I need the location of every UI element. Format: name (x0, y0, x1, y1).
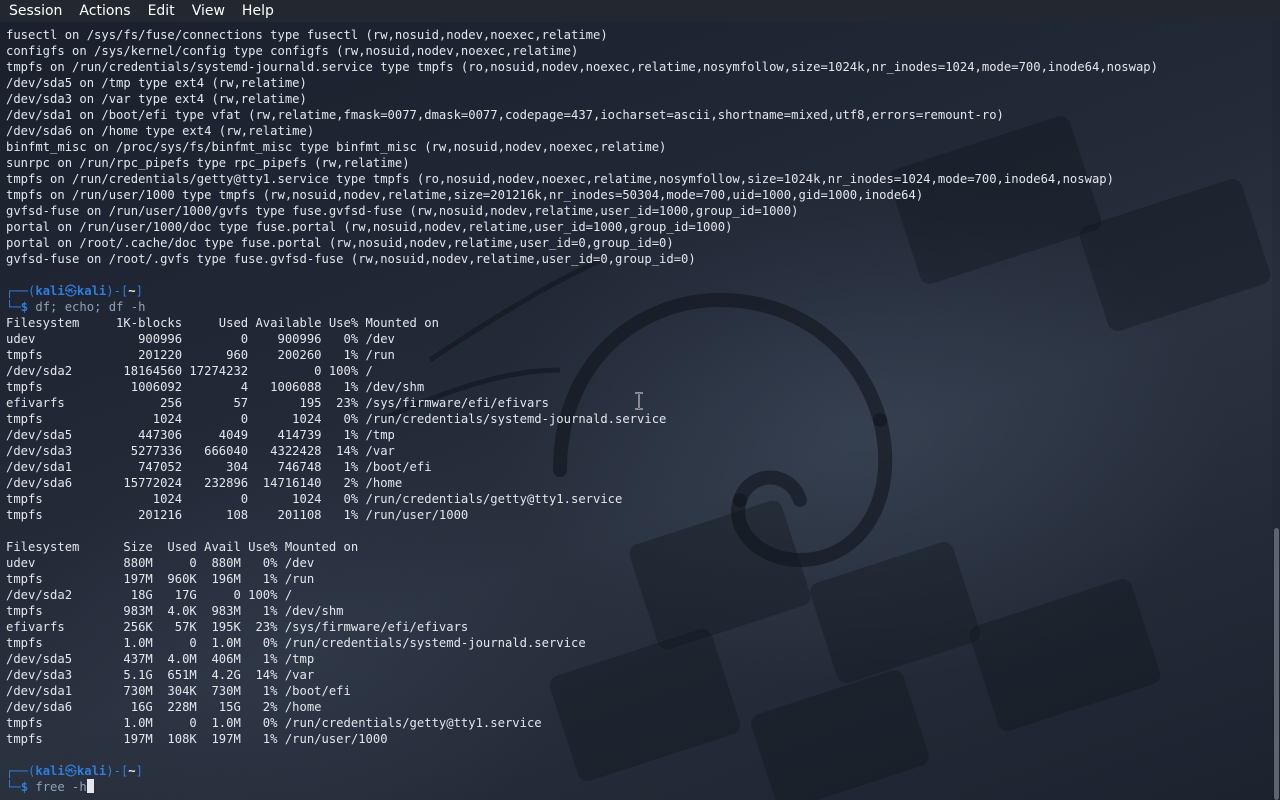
scrollbar-thumb[interactable] (1274, 528, 1279, 800)
output-line: gvfsd-fuse on /root/.gvfs type fuse.gvfs… (6, 252, 696, 266)
output-line: /dev/sda3 on /var type ext4 (rw,relatime… (6, 92, 307, 106)
dfh-row: efivarfs 256K 57K 195K 23% /sys/firmware… (6, 620, 469, 634)
df-row: /dev/sda2 18164560 17274232 0 100% / (6, 364, 373, 378)
prompt-at-symbol: ㉿ (64, 764, 77, 778)
ibeam-cursor-icon (635, 392, 643, 410)
menu-actions[interactable]: Actions (70, 0, 138, 22)
df-header: Filesystem 1K-blocks Used Available Use%… (6, 316, 439, 330)
df-row: tmpfs 1024 0 1024 0% /run/credentials/ge… (6, 492, 623, 506)
prompt-host: kali (76, 764, 107, 778)
prompt-user: kali (35, 764, 65, 778)
dfh-row: /dev/sda3 5.1G 651M 4.2G 14% /var (6, 668, 315, 682)
df-row: tmpfs 201220 960 200260 1% /run (6, 348, 395, 362)
dfh-row: /dev/sda5 437M 4.0M 406M 1% /tmp (6, 652, 315, 666)
output-line: tmpfs on /run/credentials/systemd-journa… (6, 60, 1158, 74)
df-row: udev 900996 0 900996 0% /dev (6, 332, 395, 346)
terminal-window: Session Actions Edit View Help fusectl o… (0, 0, 1280, 800)
dfh-row: tmpfs 1.0M 0 1.0M 0% /run/credentials/sy… (6, 636, 586, 650)
menu-view[interactable]: View (183, 0, 233, 22)
output-line: configfs on /sys/kernel/config type conf… (6, 44, 579, 58)
menu-help[interactable]: Help (233, 0, 282, 22)
prompt-frame: )-[ (106, 764, 129, 778)
dfh-row: /dev/sda2 18G 17G 0 100% / (6, 588, 293, 602)
output-line: portal on /run/user/1000/doc type fuse.p… (6, 220, 733, 234)
prompt-frame: └─ (6, 300, 21, 314)
output-line: gvfsd-fuse on /run/user/1000/gvfs type f… (6, 204, 799, 218)
prompt-line-top: ┌──(kali㉿kali)-[~] (6, 763, 1268, 779)
output-line: /dev/sda6 on /home type ext4 (rw,relatim… (6, 124, 315, 138)
prompt-frame: ┌──( (6, 284, 36, 298)
prompt-line-bottom: └─$ df; echo; df -h (6, 299, 1268, 315)
dfh-row: udev 880M 0 880M 0% /dev (6, 556, 315, 570)
scrollbar[interactable] (1272, 22, 1280, 800)
df-row: tmpfs 1024 0 1024 0% /run/credentials/sy… (6, 412, 667, 426)
dfh-row: /dev/sda6 16G 228M 15G 2% /home (6, 700, 322, 714)
df-row: /dev/sda6 15772024 232896 14716140 2% /h… (6, 476, 403, 490)
prompt-host: kali (76, 284, 107, 298)
prompt-user: kali (35, 284, 65, 298)
prompt-frame: ┌──( (6, 764, 36, 778)
prompt-line-top: ┌──(kali㉿kali)-[~] (6, 283, 1268, 299)
dfh-header: Filesystem Size Used Avail Use% Mounted … (6, 540, 359, 554)
text-cursor (86, 779, 94, 793)
output-line: /dev/sda1 on /boot/efi type vfat (rw,rel… (6, 108, 1004, 122)
terminal-output[interactable]: fusectl on /sys/fs/fuse/connections type… (6, 27, 1268, 799)
command-input[interactable]: free -h (35, 780, 86, 794)
prompt-dollar: $ (20, 300, 36, 314)
prompt-dollar: $ (20, 780, 36, 794)
df-row: /dev/sda1 747052 304 746748 1% /boot/efi (6, 460, 432, 474)
prompt-path: ~ (128, 764, 136, 778)
output-line: sunrpc on /run/rpc_pipefs type rpc_pipef… (6, 156, 410, 170)
prompt-frame: ] (135, 284, 143, 298)
output-line: tmpfs on /run/user/1000 type tmpfs (rw,n… (6, 188, 924, 202)
df-row: /dev/sda3 5277336 666040 4322428 14% /va… (6, 444, 395, 458)
output-line: fusectl on /sys/fs/fuse/connections type… (6, 28, 608, 42)
output-line: /dev/sda5 on /tmp type ext4 (rw,relatime… (6, 76, 307, 90)
output-line: tmpfs on /run/credentials/getty@tty1.ser… (6, 172, 1114, 186)
dfh-row: tmpfs 1.0M 0 1.0M 0% /run/credentials/ge… (6, 716, 542, 730)
prompt-frame: )-[ (106, 284, 129, 298)
menubar: Session Actions Edit View Help (0, 0, 1280, 22)
prompt-line-bottom: └─$ free -h (6, 779, 1268, 795)
dfh-row: tmpfs 983M 4.0K 983M 1% /dev/shm (6, 604, 344, 618)
prompt-path: ~ (128, 284, 136, 298)
output-line: binfmt_misc on /proc/sys/fs/binfmt_misc … (6, 140, 667, 154)
prompt-at-symbol: ㉿ (64, 284, 77, 298)
df-row: /dev/sda5 447306 4049 414739 1% /tmp (6, 428, 395, 442)
menu-session[interactable]: Session (0, 0, 70, 22)
prompt-frame: ] (135, 764, 143, 778)
dfh-row: /dev/sda1 730M 304K 730M 1% /boot/efi (6, 684, 351, 698)
dfh-row: tmpfs 197M 960K 196M 1% /run (6, 572, 315, 586)
df-row: tmpfs 201216 108 201108 1% /run/user/100… (6, 508, 469, 522)
dfh-row: tmpfs 197M 108K 197M 1% /run/user/1000 (6, 732, 388, 746)
output-line: portal on /root/.cache/doc type fuse.por… (6, 236, 674, 250)
menu-edit[interactable]: Edit (139, 0, 183, 22)
command-text: df; echo; df -h (35, 300, 146, 314)
prompt-frame: └─ (6, 780, 21, 794)
